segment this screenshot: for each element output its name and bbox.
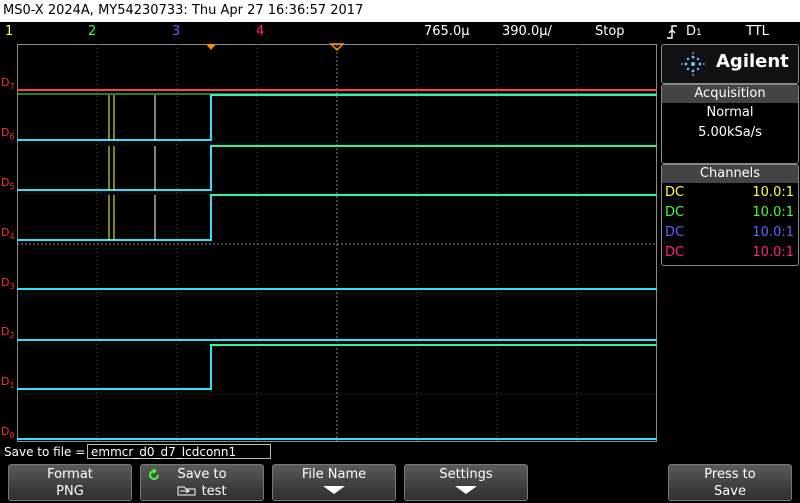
channel-row[interactable]: DC 10.0:1 [662,203,798,223]
acquisition-mode: Normal [706,105,754,120]
channel-coupling: DC [665,245,685,260]
label-d4: D4 [1,226,15,242]
folder-icon [177,486,196,496]
save-file-label: Save to file = [4,445,86,459]
channel-row[interactable]: DC 10.0:1 [662,243,798,263]
label-d1: D1 [1,375,15,391]
trigger-slope-icon [665,24,679,44]
probe-ratio: 10.0:1 [752,185,794,200]
trace-d1 [17,344,657,390]
refresh-icon [149,468,159,480]
channel-coupling: DC [665,205,685,220]
channel-3-indicator[interactable]: 3 [172,24,180,39]
trigger-source: D1 [686,24,702,39]
label-d6: D6 [1,126,15,142]
softkey-value-row: test [141,483,263,500]
trigger-source-sub: 1 [696,28,702,38]
softkey-value: Save [714,484,746,499]
window-title: MS0-X 2024A, MY54230733: Thu Apr 27 16:3… [0,0,800,22]
acquisition-panel: Acquisition Normal 5.00kSa/s [661,84,799,164]
save-file-row: Save to file = emmcr_d0_d7_lcdconn1 [0,443,800,461]
graticule-lines [17,44,657,442]
trigger-source-letter: D [686,24,697,39]
channel-1-indicator[interactable]: 1 [5,24,13,39]
label-d2: D2 [1,325,15,341]
label-d0: D0 [1,425,15,441]
softkey-label: Press to [704,467,756,482]
brand-panel: Agilent [661,44,799,84]
status-bar: 1 2 3 4 765.0µ 390.0µ/ Stop D1 TTL [0,22,800,42]
channel-4-indicator[interactable]: 4 [256,24,264,39]
softkey-value: PNG [56,484,84,499]
sample-rate: 5.00kSa/s [698,125,762,140]
down-arrow-icon [455,486,477,494]
channel-row[interactable]: DC 10.0:1 [662,223,798,243]
softkey-label: Settings [439,467,493,482]
channel-coupling: DC [665,185,685,200]
press-to-save-softkey[interactable]: Press to Save [668,464,792,501]
save-to-softkey[interactable]: Save to test [140,464,264,501]
softkey-label: File Name [301,467,367,482]
channel-coupling: DC [665,225,685,240]
softkey-label: Format [47,467,93,482]
softkey-value: test [201,484,227,499]
trigger-level: TTL [746,24,769,39]
file-name-softkey[interactable]: File Name [272,464,396,501]
label-d7: D7 [1,76,15,92]
time-per-div: 765.0µ [424,24,470,39]
down-arrow-icon [323,486,345,494]
probe-ratio: 10.0:1 [752,245,794,260]
channels-header: Channels [662,165,798,183]
format-softkey[interactable]: Format PNG [8,464,132,501]
settings-softkey[interactable]: Settings [404,464,528,501]
acquisition-header: Acquisition [662,85,798,103]
channel-2-indicator[interactable]: 2 [88,24,96,39]
label-d5: D5 [1,176,15,192]
label-d3: D3 [1,276,15,292]
trigger-position-marker [206,44,216,50]
run-state: Stop [595,24,625,39]
filename-field[interactable]: emmcr_d0_d7_lcdconn1 [87,444,271,459]
graticule-center-axes [17,44,657,442]
brand-name: Agilent [716,51,789,72]
trigger-delay: 390.0µ/ [502,24,552,39]
channels-panel: Channels DC 10.0:1 DC 10.0:1 DC 10.0:1 D… [661,164,799,266]
probe-ratio: 10.0:1 [752,205,794,220]
waveform-display [17,43,657,442]
probe-ratio: 10.0:1 [752,225,794,240]
agilent-spark-logo-icon [681,52,705,76]
channel-row[interactable]: DC 10.0:1 [662,183,798,203]
